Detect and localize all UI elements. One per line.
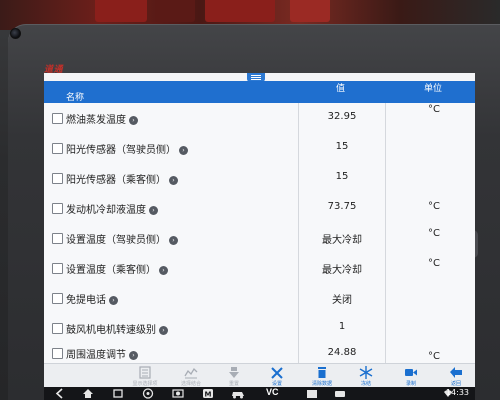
car-icon[interactable]: [230, 388, 246, 399]
settings-button[interactable]: 设置: [254, 364, 300, 388]
table-header: 名称 值 单位: [44, 81, 475, 103]
table-row[interactable]: 鼓风机电机转速级别 › 1: [44, 313, 475, 344]
table-row[interactable]: 周围温度调节 › 24.88 °C: [44, 343, 475, 364]
record-button[interactable]: 录制: [388, 364, 434, 388]
info-icon[interactable]: ›: [109, 296, 118, 305]
row-name: 周围温度调节: [66, 350, 126, 361]
freeze-button[interactable]: 冻结: [343, 364, 389, 388]
info-icon[interactable]: ›: [129, 351, 138, 360]
system-nav-bar: M VC 14:33: [44, 387, 475, 400]
screenshot-icon[interactable]: [172, 388, 184, 399]
info-icon[interactable]: ›: [159, 326, 168, 335]
combine-button[interactable]: 选择结合: [168, 364, 214, 388]
row-checkbox[interactable]: [52, 143, 63, 154]
row-name: 阳光传感器（乘客侧）: [66, 175, 166, 186]
svg-text:M: M: [205, 391, 212, 399]
info-icon[interactable]: ›: [169, 236, 178, 245]
table-row[interactable]: 燃油蒸发温度 › 32.95 °C: [44, 103, 475, 134]
row-name: 免提电话: [66, 295, 106, 306]
video-camera-icon: [405, 369, 417, 376]
row-name: 发动机冷却液温度: [66, 205, 146, 216]
show-selected-button[interactable]: 显示选择项: [122, 364, 168, 388]
row-value: 32.95: [327, 111, 357, 122]
row-checkbox[interactable]: [52, 293, 63, 304]
row-name: 阳光传感器（驾驶员侧）: [66, 145, 176, 156]
combine-icon: [184, 367, 198, 379]
table-row[interactable]: 免提电话 › 关闭: [44, 283, 475, 314]
home-icon[interactable]: [82, 388, 94, 399]
back-icon[interactable]: [54, 388, 66, 399]
row-checkbox[interactable]: [52, 113, 63, 124]
camera-icon: [10, 28, 21, 39]
row-value: 最大冷却: [322, 235, 362, 246]
browser-icon[interactable]: [142, 388, 154, 399]
tools-icon: [271, 367, 283, 379]
row-name: 燃油蒸发温度: [66, 115, 126, 126]
row-value: 73.75: [327, 201, 357, 212]
row-checkbox[interactable]: [52, 348, 63, 359]
tablet-screen: 名称 值 单位 燃油蒸发温度 › 32.95 °C 阳光传感器（驾驶员侧） › 15: [44, 73, 475, 400]
row-value: 24.88: [327, 347, 357, 358]
tool-icon[interactable]: [334, 388, 346, 399]
trash-icon: [318, 367, 326, 378]
row-checkbox[interactable]: [52, 323, 63, 334]
snowflake-icon: [359, 366, 373, 379]
device-frame: 道通 M 名称 值 单位 燃油蒸发温度› 32.95 °C 阳光传感器（驾驶员侧…: [0, 0, 500, 400]
row-value: 关闭: [332, 295, 352, 306]
table-row[interactable]: 发动机冷却液温度 › 73.75 °C: [44, 193, 475, 224]
row-name: 设置温度（驾驶员侧）: [66, 235, 166, 246]
table-row[interactable]: 设置温度（驾驶员侧） › 最大冷却 °C: [44, 223, 475, 254]
row-name: 鼓风机电机转速级别: [66, 325, 156, 336]
row-checkbox[interactable]: [52, 203, 63, 214]
row-value: 15: [335, 171, 349, 182]
clear-data-button[interactable]: 清除数据: [299, 364, 345, 388]
info-icon[interactable]: ›: [159, 266, 168, 275]
info-icon[interactable]: ›: [149, 206, 158, 215]
list-select-icon: [139, 366, 151, 379]
row-unit: °C: [428, 351, 440, 362]
row-value: 1: [338, 321, 346, 332]
header-value: 值: [336, 84, 346, 94]
row-unit: °C: [428, 258, 440, 269]
row-unit: °C: [428, 201, 440, 212]
row-unit: °C: [428, 104, 440, 115]
reset-icon: [229, 367, 239, 378]
info-icon[interactable]: ›: [169, 176, 178, 185]
row-checkbox[interactable]: [52, 263, 63, 274]
row-checkbox[interactable]: [52, 173, 63, 184]
table-row[interactable]: 阳光传感器（乘客侧） › 15: [44, 163, 475, 194]
header-unit: 单位: [424, 84, 443, 94]
table-row[interactable]: 设置温度（乘客侧） › 最大冷却 °C: [44, 253, 475, 284]
row-checkbox[interactable]: [52, 233, 63, 244]
info-icon[interactable]: ›: [179, 146, 188, 155]
reset-button[interactable]: 重置: [211, 364, 257, 388]
info-icon[interactable]: ›: [129, 116, 138, 125]
row-unit: °C: [428, 228, 440, 239]
table-row[interactable]: 阳光传感器（驾驶员侧） › 15: [44, 133, 475, 164]
gallery-icon[interactable]: [306, 388, 318, 399]
back-arrow-icon: [450, 367, 462, 378]
vci-status[interactable]: VC: [266, 387, 279, 397]
row-value: 15: [335, 141, 349, 152]
status-clock: 14:33: [445, 388, 469, 397]
back-button[interactable]: 返回: [433, 364, 475, 388]
row-name: 设置温度（乘客侧）: [66, 265, 156, 276]
row-value: 最大冷却: [322, 265, 362, 276]
header-name: 名称: [66, 93, 85, 103]
m-key-icon[interactable]: M: [202, 388, 214, 399]
bottom-toolbar: 显示选择项 选择结合 重置 设置 清除数据 冻结 录制 返回: [44, 363, 475, 388]
recent-apps-icon[interactable]: [112, 388, 124, 399]
